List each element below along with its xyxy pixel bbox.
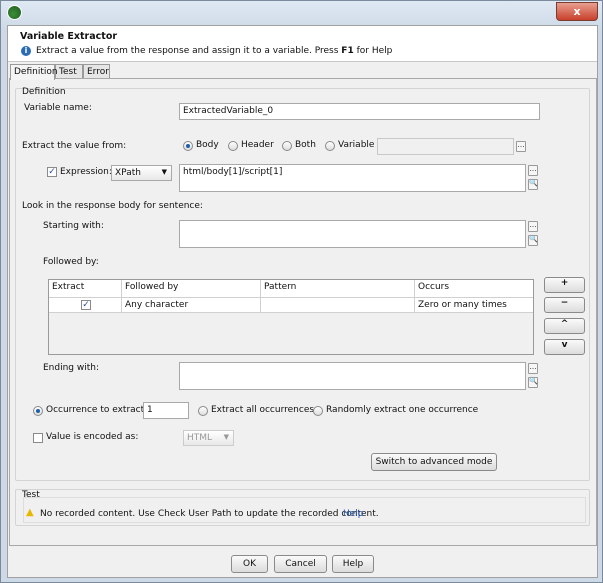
starting-with-input[interactable] bbox=[179, 220, 526, 248]
starting-search-icon[interactable]: 🔍 bbox=[528, 235, 538, 246]
radio-extract-all[interactable] bbox=[198, 406, 208, 416]
expression-edit-button[interactable]: … bbox=[528, 165, 538, 176]
cell-extract: ✓ bbox=[49, 298, 122, 312]
expression-search-icon[interactable]: 🔍 bbox=[528, 179, 538, 190]
info-key: F1 bbox=[341, 46, 354, 56]
radio-occurrence[interactable] bbox=[33, 406, 43, 416]
test-message: No recorded content. Use Check User Path… bbox=[40, 509, 379, 519]
ending-edit-button[interactable]: … bbox=[528, 363, 538, 374]
encoding-value: HTML bbox=[187, 433, 213, 443]
remove-row-button[interactable]: − bbox=[544, 297, 585, 313]
close-button[interactable]: x bbox=[556, 2, 598, 21]
occurrence-input[interactable]: 1 bbox=[143, 402, 189, 419]
tab-test[interactable]: Test bbox=[55, 64, 83, 79]
followed-by-table: Extract Followed by Pattern Occurs ✓ Any… bbox=[48, 279, 534, 355]
encoding-select[interactable]: HTML ▼ bbox=[183, 430, 234, 446]
definition-panel: Definition Variable name: ExtractedVaria… bbox=[9, 78, 597, 546]
help-button[interactable]: Help bbox=[332, 555, 374, 573]
radio-variable-label: Variable bbox=[338, 140, 375, 150]
starting-edit-button[interactable]: … bbox=[528, 221, 538, 232]
move-down-button[interactable]: v bbox=[544, 339, 585, 355]
radio-header-label: Header bbox=[241, 140, 274, 150]
table-header: Extract Followed by Pattern Occurs bbox=[49, 280, 533, 298]
definition-group-label: Definition bbox=[22, 87, 66, 97]
advanced-mode-button[interactable]: Switch to advanced mode bbox=[371, 453, 497, 471]
ending-with-label: Ending with: bbox=[43, 363, 100, 373]
column-pattern[interactable]: Pattern bbox=[261, 280, 415, 297]
info-icon: i bbox=[21, 46, 31, 56]
variable-source-input[interactable] bbox=[377, 138, 514, 155]
radio-both-label: Both bbox=[295, 140, 316, 150]
variable-browse-button[interactable]: … bbox=[516, 141, 526, 152]
info-post: for Help bbox=[353, 46, 393, 56]
expression-input[interactable]: html/body[1]/script[1] bbox=[179, 164, 526, 192]
radio-header[interactable] bbox=[228, 141, 238, 151]
column-followed-by[interactable]: Followed by bbox=[122, 280, 261, 297]
ok-button[interactable]: OK bbox=[231, 555, 268, 573]
tab-definition[interactable]: Definition bbox=[10, 64, 58, 80]
move-up-button[interactable]: ^ bbox=[544, 318, 585, 334]
dialog-header: Variable Extractor i Extract a value fro… bbox=[8, 26, 597, 62]
expression-type-value: XPath bbox=[115, 168, 141, 178]
radio-body-label: Body bbox=[196, 140, 219, 150]
cell-followed-by: Any character bbox=[122, 298, 261, 312]
radio-body[interactable] bbox=[183, 141, 193, 151]
dialog-client: Variable Extractor i Extract a value fro… bbox=[7, 25, 598, 578]
add-row-button[interactable]: + bbox=[544, 277, 585, 293]
tab-error[interactable]: Error bbox=[83, 64, 110, 79]
look-in-label: Look in the response body for sentence: bbox=[22, 201, 203, 211]
expression-label: Expression: bbox=[60, 167, 112, 177]
info-pre: Extract a value from the response and as… bbox=[36, 46, 342, 56]
radio-variable[interactable] bbox=[325, 141, 335, 151]
extract-from-label: Extract the value from: bbox=[22, 141, 127, 151]
chevron-down-icon: ▼ bbox=[223, 433, 229, 441]
extract-all-label: Extract all occurrences bbox=[211, 405, 315, 415]
followed-by-label: Followed by: bbox=[43, 257, 99, 267]
test-help-link[interactable]: Help bbox=[343, 509, 364, 519]
starting-with-label: Starting with: bbox=[43, 221, 104, 231]
column-extract[interactable]: Extract bbox=[49, 280, 122, 297]
occurrence-label: Occurrence to extract: bbox=[46, 405, 148, 415]
test-message-box: ▲ No recorded content. Use Check User Pa… bbox=[23, 497, 586, 523]
cell-pattern bbox=[261, 298, 415, 312]
expression-type-select[interactable]: XPath ▼ bbox=[111, 165, 172, 181]
ending-search-icon[interactable]: 🔍 bbox=[528, 377, 538, 388]
chevron-down-icon: ▼ bbox=[161, 168, 167, 176]
encoded-checkbox[interactable] bbox=[33, 433, 43, 443]
variable-name-label: Variable name: bbox=[24, 103, 92, 113]
encoded-label: Value is encoded as: bbox=[46, 432, 139, 442]
app-logo-icon bbox=[7, 5, 22, 20]
cancel-button[interactable]: Cancel bbox=[274, 555, 327, 573]
warning-icon: ▲ bbox=[26, 507, 34, 518]
expression-checkbox[interactable]: ✓ bbox=[47, 167, 57, 177]
info-text: Extract a value from the response and as… bbox=[36, 46, 392, 56]
dialog-window: x Variable Extractor i Extract a value f… bbox=[0, 0, 603, 583]
row-extract-checkbox[interactable]: ✓ bbox=[81, 300, 91, 310]
ending-with-input[interactable] bbox=[179, 362, 526, 390]
table-row[interactable]: ✓ Any character Zero or many times bbox=[49, 298, 533, 313]
random-label: Randomly extract one occurrence bbox=[326, 405, 479, 415]
radio-random[interactable] bbox=[313, 406, 323, 416]
column-occurs[interactable]: Occurs bbox=[415, 280, 533, 297]
dialog-title: Variable Extractor bbox=[20, 31, 118, 42]
variable-name-input[interactable]: ExtractedVariable_0 bbox=[179, 103, 540, 120]
radio-both[interactable] bbox=[282, 141, 292, 151]
cell-occurs: Zero or many times bbox=[418, 300, 507, 310]
